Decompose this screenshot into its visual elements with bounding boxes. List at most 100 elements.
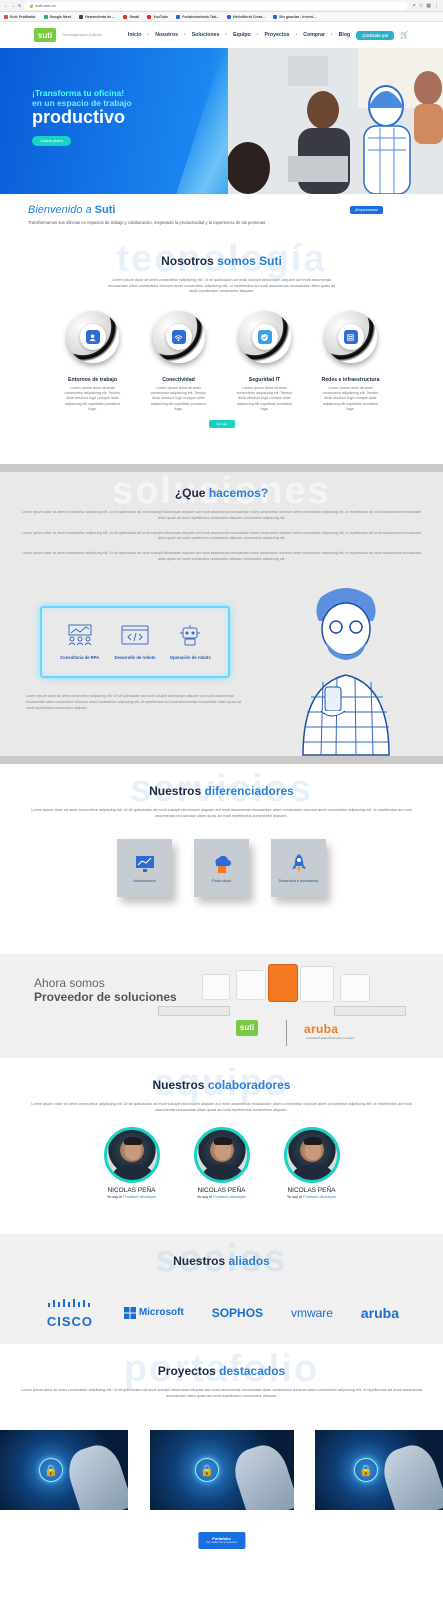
- chat-user-icon: [85, 330, 100, 345]
- project-gallery: 🔒 🔒 🔒: [0, 1430, 443, 1510]
- nav-item-soluciones[interactable]: Soluciones: [192, 32, 220, 38]
- section-title: Proyectos destacados: [157, 1364, 286, 1378]
- menu-icon[interactable]: ⋮: [434, 3, 439, 9]
- sophos-logo[interactable]: SOPHOS: [212, 1306, 263, 1320]
- card-innovacion[interactable]: Desarrollo e innovación: [271, 839, 326, 898]
- forward-icon[interactable]: →: [11, 3, 15, 8]
- feature-list: Entornos de trabajo Lorem, ipsum dolor s…: [0, 311, 443, 412]
- bookmark-item[interactable]: Fortalecimiento Tab...: [176, 14, 219, 19]
- card-actualizacion[interactable]: Actualización: [117, 839, 172, 898]
- nav-item-blog[interactable]: Blog: [339, 32, 351, 38]
- browser-nav: ← → ↻: [4, 3, 21, 8]
- aruba-logo: aruba: [304, 1022, 339, 1036]
- bookmark-item[interactable]: Sin guardar - Invent...: [273, 14, 316, 19]
- hero-cta-button[interactable]: Cotizar ahora: [32, 135, 71, 146]
- feature-item[interactable]: Conectividad Lorem, ipsum dolor sit amet…: [148, 311, 210, 412]
- aruba-device-image: [268, 964, 298, 1002]
- address-bar[interactable]: 🔒 suti.com.co: [25, 1, 408, 10]
- feature-item[interactable]: Redes e infraestructura Lorem, ipsum dol…: [320, 311, 382, 412]
- bookmark-item[interactable]: Herramienta de ...: [79, 14, 115, 19]
- section-title: Nuestros colaboradores: [152, 1078, 291, 1092]
- team-members: NICOLAS PEÑA Yo soy el Frontend develope…: [0, 1127, 443, 1199]
- bookmark-item[interactable]: YouTube: [147, 14, 168, 19]
- vmware-logo[interactable]: vmware: [291, 1306, 333, 1320]
- padlock-icon: 🔒: [195, 1458, 220, 1482]
- nav-item-equipo[interactable]: Equipo: [233, 32, 251, 38]
- microsoft-squares-icon: [123, 1306, 136, 1319]
- office-people-illustration: [226, 48, 443, 194]
- member-name: NICOLAS PEÑA: [107, 1187, 156, 1195]
- feature-item[interactable]: Seguridad IT Lorem, ipsum dolor sit amet…: [234, 311, 296, 412]
- project-card[interactable]: 🔒: [0, 1430, 128, 1510]
- reload-icon[interactable]: ↻: [18, 3, 21, 8]
- server-icon: [343, 330, 358, 345]
- shield-check-icon: [257, 330, 272, 345]
- provider-line-1: Ahora somos: [34, 976, 105, 990]
- main-nav: Inicio · Nosotros · Soluciones · Equipo · Pr…: [128, 30, 395, 40]
- access-point-image: [300, 966, 334, 1002]
- about-more-button[interactable]: Ver más: [208, 420, 235, 429]
- url-text: suti.com.co: [35, 3, 56, 8]
- portfolio-button[interactable]: Portafolio Ver todos los proyectos: [197, 1532, 246, 1550]
- service-robot-operation[interactable]: Operación de robots: [166, 624, 214, 660]
- network-switch-image: [334, 1006, 406, 1016]
- project-card[interactable]: 🔒: [149, 1430, 294, 1510]
- feature-text: Lorem, ipsum dolor sit amet consectetur …: [64, 386, 121, 411]
- back-icon[interactable]: ←: [4, 3, 8, 8]
- access-point-image: [340, 974, 370, 1002]
- team-member-card[interactable]: NICOLAS PEÑA Yo soy el Frontend develope…: [101, 1127, 163, 1199]
- project-card[interactable]: 🔒: [315, 1430, 443, 1510]
- star-icon[interactable]: ☆: [419, 3, 423, 9]
- portfolio-section: portafolio Proyectos destacados Lorem ip…: [0, 1344, 443, 1580]
- hero-headline-3: productivo: [32, 107, 125, 127]
- service-robot-development[interactable]: Desarrollo de robots: [111, 624, 159, 660]
- avatar: [283, 1127, 340, 1184]
- bookmark-item[interactable]: Gmail: [123, 14, 139, 19]
- welcome-section: Bienvenido a Suti Transformamos sus ofic…: [0, 194, 443, 234]
- section-title: Nuestros aliados: [173, 1254, 270, 1268]
- quote-button[interactable]: ¡Cotizalo ya!: [356, 30, 395, 40]
- nav-item-comprar[interactable]: Comprar: [303, 32, 325, 38]
- member-name: NICOLAS PEÑA: [197, 1187, 246, 1195]
- browser-tools: ↗ ☆ ▦ ⋮: [412, 3, 439, 9]
- microsoft-logo[interactable]: Microsoft: [123, 1306, 184, 1319]
- bookmark-item[interactable]: Suti: Profitable: [4, 14, 36, 19]
- team-member-card[interactable]: NICOLAS PEÑA Yo soy el Frontend develope…: [281, 1127, 343, 1199]
- feature-item[interactable]: Entornos de trabajo Lorem, ipsum dolor s…: [62, 311, 124, 412]
- hero-headline-1: ¡Transforma tu oficina!: [32, 88, 125, 98]
- section-title: Nosotros somos Suti: [161, 254, 282, 268]
- feature-title: Seguridad IT: [248, 377, 281, 384]
- partners-section: socios Nuestros aliados CISCO Microsoft …: [0, 1234, 443, 1344]
- bookmarks-bar: Suti: Profitable Google Meet Herramienta…: [0, 12, 443, 22]
- access-point-image: [202, 974, 230, 1000]
- share-icon[interactable]: ↗: [412, 3, 416, 9]
- service-rpa-consulting[interactable]: Consultoria de RPA: [56, 624, 104, 660]
- solutions-section: soluciones ¿Que hacemos? Lorem ipsum dol…: [0, 464, 443, 764]
- nav-item-proyectos[interactable]: Proyectos: [264, 32, 289, 38]
- team-section: equipo Nuestros colaboradores Lorem ipsu…: [0, 1058, 443, 1234]
- team-member-card[interactable]: NICOLAS PEÑA Yo soy el Frontend develope…: [191, 1127, 253, 1199]
- differentiators-section: servicios Nuestros diferenciadores Lorem…: [0, 764, 443, 954]
- start-badge-button[interactable]: ¡Empezamos!: [349, 206, 383, 214]
- bookmark-item[interactable]: Google Meet: [43, 14, 71, 19]
- solutions-text: Lorem ipsum dolor sit amet consectetur a…: [21, 510, 422, 561]
- aruba-partner-logo[interactable]: aruba: [361, 1305, 399, 1321]
- logo-tagline: Tecnología para ti oficina: [62, 33, 102, 37]
- extensions-icon[interactable]: ▦: [426, 3, 431, 9]
- rocket-icon: [291, 854, 306, 874]
- feature-title: Entornos de trabajo: [68, 377, 117, 384]
- member-role: Yo soy el Frontend developer: [196, 1195, 247, 1200]
- section-title: Nuestros diferenciadores: [149, 784, 294, 798]
- bearded-man-illustration: [302, 588, 390, 756]
- padlock-icon: 🔒: [39, 1458, 64, 1482]
- nav-item-inicio[interactable]: Inicio: [128, 32, 142, 38]
- suti-logo[interactable]: suti: [34, 28, 56, 42]
- card-pack-cloud[interactable]: Pack-cloud: [194, 839, 249, 898]
- team-chart-icon: [68, 624, 92, 646]
- bookmark-item[interactable]: HelloWorld Creat...: [227, 14, 265, 19]
- cart-icon[interactable]: 🛒: [400, 31, 409, 39]
- nav-item-nosotros[interactable]: Nosotros: [155, 32, 178, 38]
- hero-banner: ¡Transforma tu oficina! en un espacio de…: [0, 48, 443, 194]
- cisco-logo[interactable]: CISCO: [44, 1296, 96, 1329]
- network-switch-image: [158, 1006, 230, 1016]
